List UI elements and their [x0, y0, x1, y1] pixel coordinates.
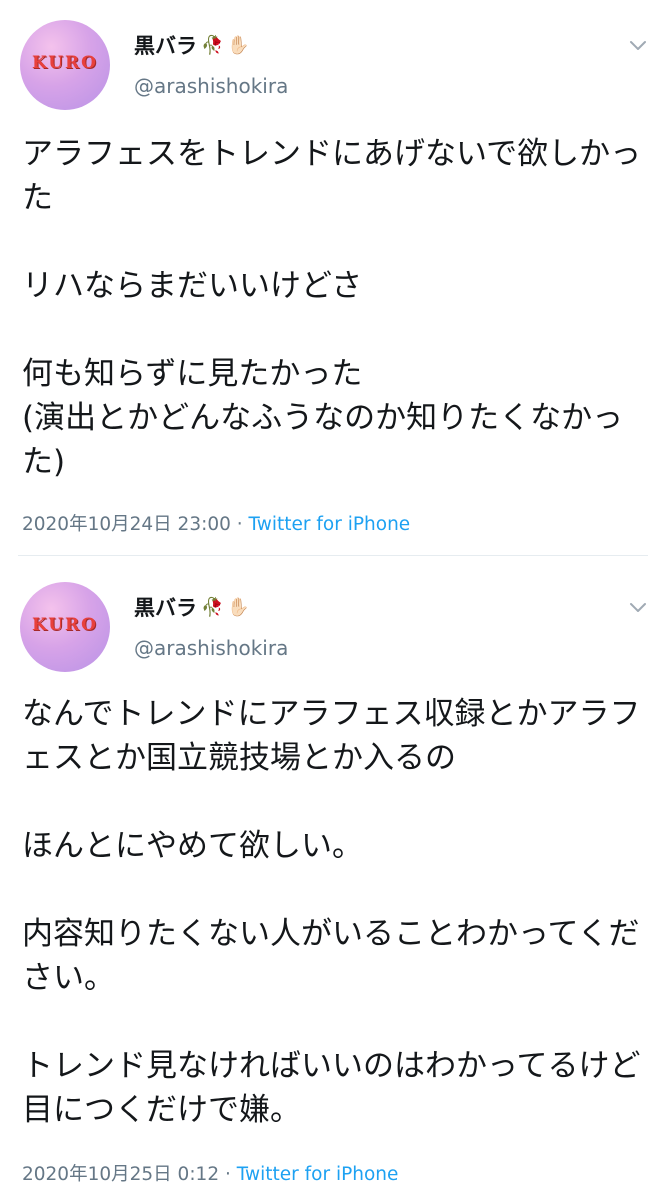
tweet-text: アラフェスをトレンドにあげないで欲しかった リハならまだいいけどさ 何も知らずに…	[22, 136, 642, 480]
chevron-down-icon[interactable]	[626, 595, 650, 619]
display-name[interactable]: 黒バラ 🥀 ✋🏻	[134, 30, 250, 60]
display-name[interactable]: 黒バラ 🥀 ✋🏻	[134, 592, 250, 622]
tweet[interactable]: KURO 黒バラ 🥀 ✋🏻 @arashishokira アラフェスをトレンドに…	[0, 0, 666, 555]
display-name-label: 黒バラ	[134, 34, 197, 58]
source-link[interactable]: Twitter for iPhone	[237, 1164, 399, 1185]
tweet-text: なんでトレンドにアラフェス収録とかアラフェスとか国立競技場とか入るの ほんとにや…	[22, 696, 641, 1128]
tweet-meta: 2020年10月25日 0:12 · Twitter for iPhone	[22, 1160, 398, 1186]
display-name-label: 黒バラ	[134, 596, 197, 620]
user-handle[interactable]: @arashishokira	[134, 74, 288, 98]
timestamp[interactable]: 2020年10月24日 23:00	[22, 514, 231, 535]
divider	[18, 555, 648, 556]
timestamp[interactable]: 2020年10月25日 0:12	[22, 1164, 219, 1185]
avatar-logo-text: KURO	[32, 53, 98, 73]
raised-hand-emoji-icon: ✋🏻	[227, 34, 250, 56]
tweet-meta: 2020年10月24日 23:00 · Twitter for iPhone	[22, 510, 410, 536]
avatar-logo-text: KURO	[32, 615, 98, 635]
chevron-down-icon[interactable]	[626, 33, 650, 57]
meta-separator: ·	[236, 514, 243, 535]
meta-separator: ·	[224, 1164, 231, 1185]
tweet[interactable]: KURO 黒バラ 🥀 ✋🏻 @arashishokira なんでトレンドにアラフ…	[0, 562, 666, 1200]
user-handle[interactable]: @arashishokira	[134, 636, 288, 660]
avatar[interactable]: KURO	[20, 20, 110, 110]
raised-hand-emoji-icon: ✋🏻	[227, 596, 250, 618]
rose-emoji-icon: 🥀	[201, 596, 224, 618]
avatar[interactable]: KURO	[20, 582, 110, 672]
rose-emoji-icon: 🥀	[201, 34, 224, 56]
source-link[interactable]: Twitter for iPhone	[249, 514, 411, 535]
